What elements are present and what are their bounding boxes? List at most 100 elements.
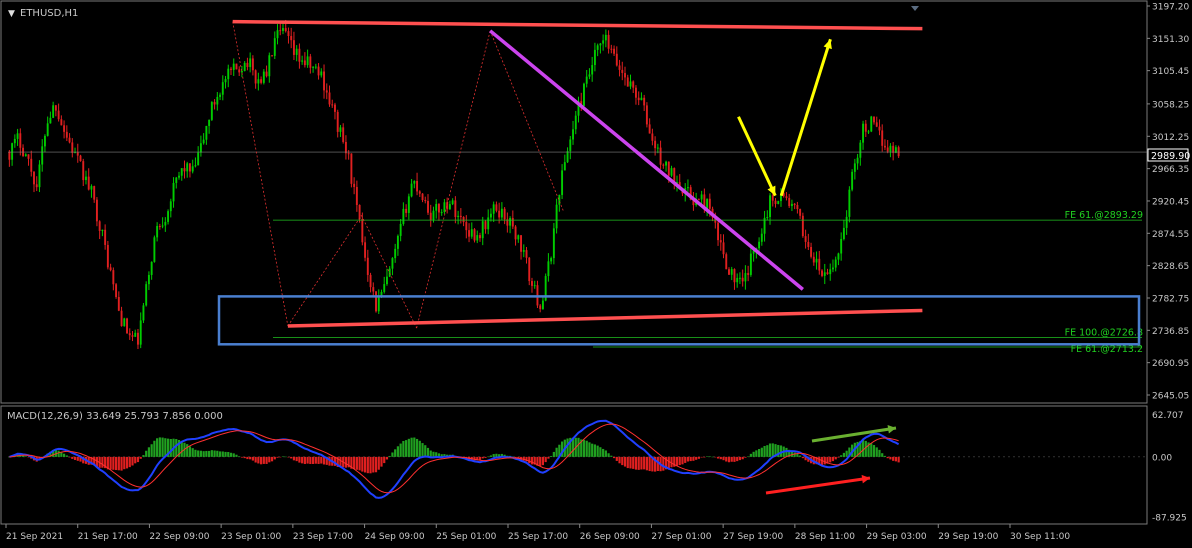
candle-body	[421, 193, 424, 201]
candle-body	[897, 147, 900, 157]
candle-body	[459, 215, 462, 218]
macd-histogram-bar	[831, 456, 835, 462]
macd-histogram-bar	[681, 456, 684, 465]
candle-body	[30, 158, 33, 172]
candle-body	[725, 254, 728, 270]
candle-body	[487, 217, 490, 230]
candle-body	[35, 184, 38, 188]
price-axis-label: 2645.05	[1152, 392, 1189, 402]
macd-histogram-bar	[823, 456, 826, 465]
macd-histogram-bar	[270, 456, 274, 462]
macd-histogram-bar	[489, 455, 493, 457]
candle-body	[593, 49, 596, 66]
candle-body	[615, 53, 618, 66]
fibo-helper-line	[232, 21, 289, 327]
candle-body	[106, 244, 109, 268]
candle-body	[826, 272, 829, 275]
candle-body	[498, 210, 501, 218]
candle-body	[848, 189, 851, 217]
macd-histogram-bar	[128, 456, 131, 468]
candle-body	[853, 163, 856, 172]
candle-body	[208, 119, 211, 126]
macd-histogram-bar	[320, 456, 323, 464]
time-axis-label: 23 Sep 17:00	[293, 532, 353, 542]
candle-body	[583, 83, 585, 106]
candle-body	[60, 119, 63, 126]
candle-body	[566, 151, 569, 163]
macd-histogram-bar	[604, 450, 607, 457]
candle-body	[227, 68, 230, 80]
macd-histogram-bar	[213, 450, 216, 457]
candle-body	[812, 256, 815, 263]
candle-body	[832, 267, 834, 270]
macd-histogram-bar	[273, 456, 276, 460]
candle-body	[115, 284, 118, 297]
candle-body	[730, 269, 733, 275]
macd-histogram-bar	[640, 456, 643, 470]
menu-triangle-icon[interactable]: ▼	[8, 9, 15, 19]
candle-body	[334, 104, 336, 112]
candle-body	[260, 79, 263, 83]
candle-body	[306, 56, 309, 66]
macd-histogram-bar	[747, 456, 750, 457]
candle-body	[747, 273, 750, 275]
candle-body	[476, 235, 479, 241]
macd-histogram-bar	[208, 450, 211, 457]
candle-body	[284, 28, 287, 32]
macd-histogram-bar	[287, 456, 290, 458]
candle-body	[561, 170, 564, 195]
macd-histogram-bar	[101, 456, 104, 468]
candle-body	[810, 246, 813, 257]
macd-histogram-bar	[73, 456, 77, 460]
macd-histogram-bar	[697, 456, 700, 459]
candle-body	[361, 219, 364, 243]
time-axis-label: 23 Sep 01:00	[221, 532, 281, 542]
candle-body	[183, 168, 186, 172]
candle-body	[128, 333, 131, 336]
candle-body	[287, 31, 290, 37]
candle-body	[27, 154, 30, 159]
macd-histogram-bar	[686, 456, 690, 462]
macd-histogram-bar	[662, 456, 665, 471]
macd-histogram-bar	[235, 454, 238, 457]
candle-body	[145, 284, 148, 306]
macd-rising-arrow	[811, 426, 897, 443]
symbol-title: ETHUSD,H1	[20, 8, 78, 19]
candle-body	[662, 164, 665, 166]
candle-body	[38, 164, 41, 188]
candle-body	[656, 147, 659, 149]
macd-histogram-bar	[421, 443, 424, 457]
macd-histogram-bar	[678, 456, 681, 466]
candle-body	[533, 285, 536, 287]
candle-body	[621, 69, 624, 74]
candle-body	[749, 253, 752, 275]
candle-body	[539, 305, 542, 310]
candle-body	[708, 198, 711, 209]
candle-body	[503, 208, 506, 220]
macd-histogram-bar	[410, 437, 413, 457]
candle-body	[87, 176, 90, 190]
candle-body	[700, 194, 703, 200]
macd-histogram-bar	[353, 456, 356, 470]
candle-body	[325, 90, 328, 93]
candle-body	[875, 122, 878, 127]
macd-histogram-bar	[251, 456, 254, 461]
ethusd-chart[interactable]: FE 61.@2893.29 FE 100.@2726.8 FE 61.@2713.…	[0, 0, 1192, 548]
macd-signal-line	[9, 423, 899, 494]
chart-shift-marker-icon[interactable]	[911, 6, 919, 11]
candle-body	[391, 258, 394, 269]
candle-body	[210, 102, 213, 120]
macd-histogram-bar	[763, 445, 766, 457]
candle-body	[90, 186, 93, 190]
macd-histogram-bar	[834, 456, 837, 460]
macd-histogram-bar	[487, 456, 490, 458]
candle-body	[19, 133, 22, 148]
macd-histogram-bar	[65, 455, 68, 457]
macd-histogram-bar	[741, 456, 744, 460]
macd-histogram-bar	[246, 456, 249, 460]
macd-histogram-bar	[344, 456, 348, 468]
time-axis-label: 21 Sep 17:00	[78, 532, 138, 542]
candle-body	[629, 81, 632, 87]
macd-histogram-bar	[424, 445, 427, 457]
chart-window[interactable]: FE 61.@2893.29 FE 100.@2726.8 FE 61.@2713.…	[0, 0, 1192, 548]
